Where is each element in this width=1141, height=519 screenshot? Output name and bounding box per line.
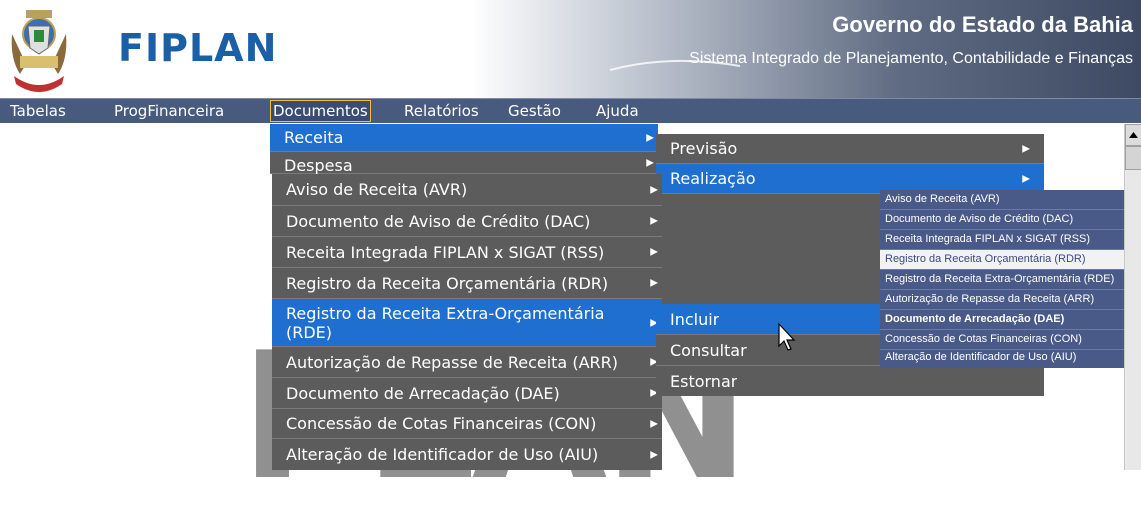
menu-item-receita[interactable]: Receita ▶ [270,124,658,152]
menu-item-label: Realização [670,169,756,188]
menu-item-label: Documento de Aviso de Crédito (DAC) [286,211,591,231]
menu-item-label: Concessão de Cotas Financeiras (CON) [286,414,597,433]
menu-item-label: Receita Integrada FIPLAN x SIGAT (RSS) [286,242,605,262]
menu-item-label: Despesa [284,156,353,175]
menu-item-arr[interactable]: Autorização de Repasse de Receita (ARR) … [272,347,662,378]
system-subtitle: Sistema Integrado de Planejamento, Conta… [689,50,1133,67]
compact-item-dae[interactable]: Documento de Arrecadação (DAE) [880,310,1124,330]
bahia-coat-of-arms-logo [11,10,67,92]
menu-progfinanceira[interactable]: ProgFinanceira [112,101,226,121]
submenu-arrow-icon: ▶ [650,418,658,429]
menu-relatorios[interactable]: Relatórios [402,101,481,121]
menu-item-con[interactable]: Concessão de Cotas Financeiras (CON) ▶ [272,409,662,439]
menu-item-aiu[interactable]: Alteração de Identificador de Uso (AIU) … [272,439,662,470]
menu-item-label: Aviso de Receita (AVR) [286,180,468,199]
submenu-arrow-icon: ▶ [646,157,654,168]
menu-item-avr[interactable]: Aviso de Receita (AVR) ▶ [272,174,662,206]
submenu-arrow-icon: ▶ [650,246,658,258]
menu-item-label: Previsão [670,139,738,158]
menu-item-label: Registro da Receita Extra-Orçamentária (… [286,303,605,342]
menu-item-label: Consultar [670,340,747,360]
menu-item-label: Autorização de Repasse de Receita (ARR) [286,352,618,372]
menu-item-rdr[interactable]: Registro da Receita Orçamentária (RDR) ▶ [272,268,662,299]
compact-item-aiu[interactable]: Alteração de Identificador de Uso (AIU) [880,348,1124,368]
compact-item-avr[interactable]: Aviso de Receita (AVR) [880,190,1124,210]
menu-item-dae[interactable]: Documento de Arrecadação (DAE) ▶ [272,378,662,409]
menu-item-estornar[interactable]: Estornar [656,366,1044,396]
menu-item-label: Alteração de Identificador de Uso (AIU) [286,445,599,464]
menu-gestao[interactable]: Gestão [506,101,563,121]
submenu-arrow-icon: ▶ [650,215,658,227]
menu-ajuda[interactable]: Ajuda [594,101,641,121]
menu-item-despesa[interactable]: Despesa ▶ [270,152,658,175]
submenu-arrow-icon: ▶ [1022,173,1030,184]
compact-item-arr[interactable]: Autorização de Repasse da Receita (ARR) [880,290,1124,310]
scroll-up-arrow-icon[interactable] [1125,124,1141,146]
scroll-thumb[interactable] [1125,146,1141,170]
compact-item-con[interactable]: Concessão de Cotas Financeiras (CON) [880,330,1124,350]
compact-item-rss[interactable]: Receita Integrada FIPLAN x SIGAT (RSS) [880,230,1124,250]
menu-item-rss[interactable]: Receita Integrada FIPLAN x SIGAT (RSS) ▶ [272,237,662,268]
fiplan-logo: FIPLAN [118,26,278,70]
submenu-arrow-icon: ▶ [650,277,658,289]
submenu-arrow-icon: ▶ [646,132,654,143]
menu-documentos[interactable]: Documentos [270,100,371,122]
compact-item-rde[interactable]: Registro da Receita Extra-Orçamentária (… [880,270,1124,290]
menu-item-dac[interactable]: Documento de Aviso de Crédito (DAC) ▶ [272,206,662,237]
menu-tabelas[interactable]: Tabelas [8,101,68,121]
submenu-arrow-icon: ▶ [1022,143,1030,154]
submenu-arrow-icon: ▶ [650,184,658,195]
menu-item-label: Incluir [670,309,720,329]
mouse-pointer-icon [778,322,796,351]
compact-item-dac[interactable]: Documento de Aviso de Crédito (DAC) [880,210,1124,230]
compact-item-rdr[interactable]: Registro da Receita Orçamentária (RDR) [880,250,1124,270]
menu-item-label: Documento de Arrecadação (DAE) [286,383,560,403]
main-menubar: Tabelas ProgFinanceira Documentos Relató… [0,98,1141,123]
menu-item-previsao[interactable]: Previsão ▶ [656,134,1044,164]
vertical-scrollbar[interactable] [1124,124,1141,470]
app-header: FIPLAN Governo do Estado da Bahia Sistem… [0,0,1141,98]
realizacao-compact-list: Aviso de Receita (AVR) Documento de Avis… [880,190,1124,368]
menu-item-rde[interactable]: Registro da Receita Extra-Orçamentária (… [272,299,662,347]
government-title: Governo do Estado da Bahia [832,12,1133,37]
menu-item-label: Registro da Receita Orçamentária (RDR) [286,273,609,293]
realizacao-document-list: Aviso de Receita (AVR) ▶ Documento de Av… [272,174,662,470]
menu-item-label: Receita [284,128,344,147]
documentos-dropdown: Receita ▶ Despesa ▶ [270,124,658,175]
menu-item-label: Estornar [670,371,738,391]
submenu-arrow-icon: ▶ [650,449,658,460]
